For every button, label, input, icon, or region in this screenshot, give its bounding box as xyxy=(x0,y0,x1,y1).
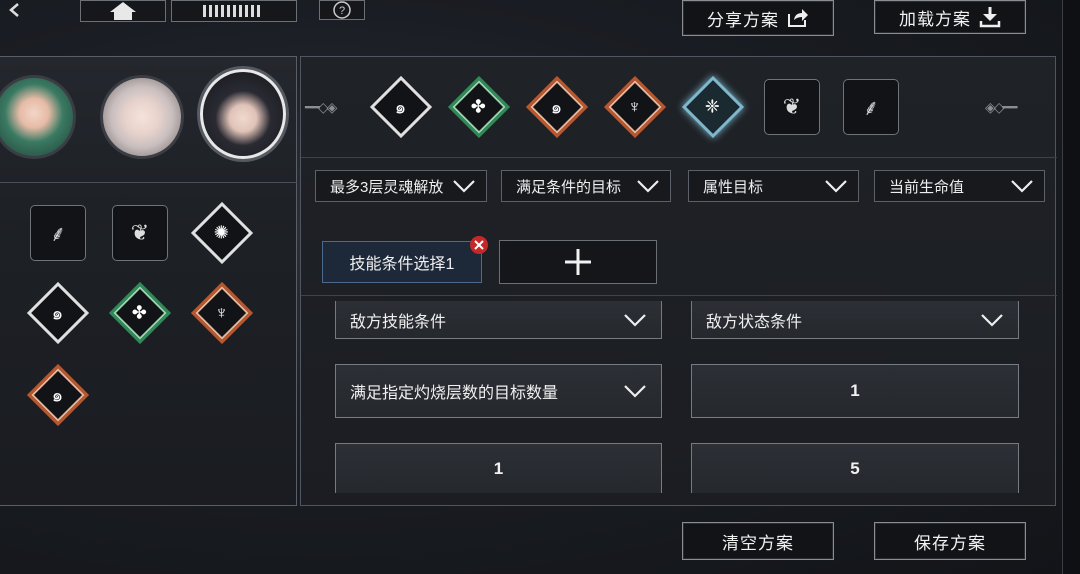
value-text: 1 xyxy=(493,458,504,478)
plan-editor-panel: ━━◇◈ ◈◇━━ ๑ ✤ ๑ ♆ ❈ ❦ ⸙ 最多3层灵魂解放 满足条件的目标… xyxy=(300,56,1057,506)
condition-tab-1[interactable]: 技能条件选择1 xyxy=(322,241,482,283)
home-icon xyxy=(110,2,136,20)
dropdown-label: 当前生命值 xyxy=(889,178,965,196)
skill-diamond-swirl-icon[interactable]: ๑ xyxy=(26,281,90,345)
close-icon xyxy=(474,240,484,250)
chevron-down-icon xyxy=(624,385,646,398)
download-icon xyxy=(979,7,1001,28)
character-avatar-white[interactable] xyxy=(100,75,184,159)
save-plan-label: 保存方案 xyxy=(914,533,986,553)
right-edge-strip xyxy=(1062,0,1080,574)
skill-flame-icon[interactable]: ๑ xyxy=(525,75,589,139)
character-panel: ⸙ ❦ ✺ ๑ ✤ ♆ ๑ xyxy=(0,56,297,506)
skill-spikes-icon[interactable]: ♆ xyxy=(603,75,667,139)
enemy-status-condition-dropdown[interactable]: 敌方状态条件 xyxy=(691,301,1019,339)
load-plan-label: 加载方案 xyxy=(899,9,971,29)
skill-diamond-orange-icon[interactable]: ♆ xyxy=(190,281,254,345)
chevron-down-icon xyxy=(453,180,475,193)
skill-swirl-icon[interactable]: ๑ xyxy=(369,75,433,139)
chevron-down-icon xyxy=(637,180,659,193)
chevron-down-icon xyxy=(981,313,1003,327)
chevron-down-icon xyxy=(1011,180,1033,193)
remove-condition-button[interactable] xyxy=(470,236,488,254)
value-text: 1 xyxy=(850,381,860,400)
share-plan-button[interactable]: 分享方案 xyxy=(682,0,834,36)
skill-diamond-green-icon[interactable]: ✤ xyxy=(108,281,172,345)
menu-button[interactable] xyxy=(171,0,297,22)
field-label: 敌方技能条件 xyxy=(350,313,447,331)
attribute-target-dropdown[interactable]: 属性目标 xyxy=(688,170,859,202)
skill-diamond-orange-swirl-icon[interactable]: ๑ xyxy=(26,363,90,427)
field-label: 敌方状态条件 xyxy=(706,313,803,331)
chevron-left-icon xyxy=(9,3,19,17)
divider xyxy=(301,295,1057,296)
load-plan-button[interactable]: 加载方案 xyxy=(874,0,1026,34)
back-button[interactable] xyxy=(0,0,30,20)
condition-tab-label: 技能条件选择1 xyxy=(349,256,455,273)
burn-target-count-dropdown[interactable]: 满足指定灼烧层数的目标数量 xyxy=(335,364,662,418)
divider xyxy=(0,182,297,183)
chevron-down-icon xyxy=(624,313,646,327)
skill-diamond-white-icon[interactable]: ✺ xyxy=(190,201,254,265)
character-avatar-black-selected[interactable] xyxy=(200,69,286,159)
scythe-skill-icon[interactable]: ⸙ xyxy=(843,79,899,135)
home-button[interactable] xyxy=(80,0,166,22)
divider xyxy=(301,157,1057,158)
scythe-icon[interactable]: ⸙ xyxy=(30,205,86,261)
butterfly-skill-icon[interactable]: ❦ xyxy=(764,79,820,135)
butterfly-icon[interactable]: ❦ xyxy=(112,205,168,261)
dropdown-label: 最多3层灵魂解放 xyxy=(330,178,444,196)
add-condition-button[interactable] xyxy=(499,240,657,284)
plus-icon xyxy=(565,249,591,275)
clear-plan-label: 清空方案 xyxy=(722,533,794,553)
chevron-down-icon xyxy=(825,180,847,193)
svg-text:?: ? xyxy=(339,5,345,17)
target-condition-dropdown[interactable]: 满足条件的目标 xyxy=(501,170,671,202)
value-text: 5 xyxy=(850,458,860,478)
value-input-2[interactable]: 1 xyxy=(335,443,662,493)
soul-release-dropdown[interactable]: 最多3层灵魂解放 xyxy=(315,170,487,202)
enemy-skill-condition-dropdown[interactable]: 敌方技能条件 xyxy=(335,301,662,339)
share-icon xyxy=(788,9,808,27)
clear-plan-button[interactable]: 清空方案 xyxy=(682,522,834,560)
dropdown-label: 满足条件的目标 xyxy=(516,178,622,196)
question-circle-icon: ? xyxy=(333,1,351,19)
field-label: 满足指定灼烧层数的目标数量 xyxy=(350,385,559,402)
grid-bars-icon xyxy=(203,5,260,17)
ornament-left: ━━◇◈ xyxy=(305,99,337,115)
help-button[interactable]: ? xyxy=(319,0,365,20)
skill-crystal-icon[interactable]: ❈ xyxy=(681,75,745,139)
skill-leaf-icon[interactable]: ✤ xyxy=(447,75,511,139)
value-input-3[interactable]: 5 xyxy=(691,443,1019,493)
share-plan-label: 分享方案 xyxy=(707,10,779,30)
value-input-1[interactable]: 1 xyxy=(691,364,1019,418)
dropdown-label: 属性目标 xyxy=(703,178,764,196)
save-plan-button[interactable]: 保存方案 xyxy=(874,522,1026,560)
character-avatar-green[interactable] xyxy=(0,75,76,159)
current-hp-dropdown[interactable]: 当前生命值 xyxy=(874,170,1045,202)
ornament-right: ◈◇━━ xyxy=(985,99,1017,115)
